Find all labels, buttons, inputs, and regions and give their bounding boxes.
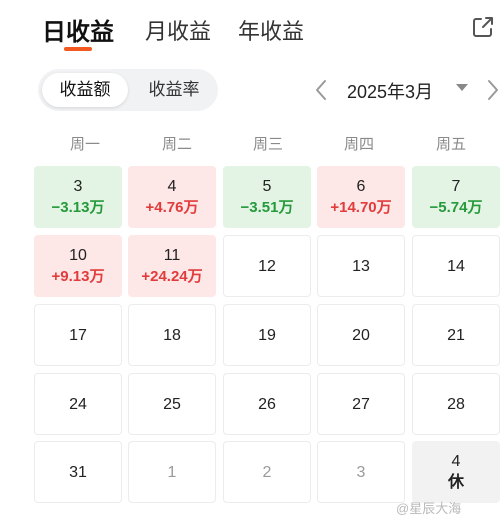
day-number: 11 xyxy=(163,247,181,264)
day-number: 6 xyxy=(356,178,366,195)
calendar-day-cell[interactable]: 24 xyxy=(34,373,122,435)
chevron-right-icon[interactable] xyxy=(484,78,500,102)
active-tab-indicator xyxy=(64,47,92,51)
calendar-day-cell[interactable]: 6 +14.70万 xyxy=(317,166,405,228)
tab-daily[interactable]: 日收益 xyxy=(42,12,114,47)
daily-profit-amount: +4.76万 xyxy=(145,199,199,216)
day-number: 14 xyxy=(447,258,465,275)
day-number: 21 xyxy=(447,327,465,344)
calendar-day-cell[interactable]: 21 xyxy=(412,304,500,366)
day-number: 12 xyxy=(258,258,276,275)
calendar-day-cell[interactable]: 3 xyxy=(317,441,405,503)
day-number: 20 xyxy=(352,327,370,344)
day-number: 26 xyxy=(258,396,276,413)
period-tabs: 日收益 月收益 年收益 xyxy=(0,0,500,56)
chevron-left-icon[interactable] xyxy=(312,78,330,102)
weekday-label: 周一 xyxy=(69,136,100,153)
day-number: 3 xyxy=(73,178,83,195)
weekday-label: 周三 xyxy=(252,136,283,153)
daily-profit-amount: −3.51万 xyxy=(240,199,294,216)
calendar-day-cell[interactable]: 11 +24.24万 xyxy=(128,235,216,297)
day-number: 27 xyxy=(352,396,370,413)
daily-profit-amount: +24.24万 xyxy=(141,268,203,285)
calendar-day-cell[interactable]: 2 xyxy=(223,441,311,503)
tab-yearly[interactable]: 年收益 xyxy=(238,14,304,46)
day-number: 24 xyxy=(69,396,87,413)
holiday-label: 休 xyxy=(447,474,464,491)
day-number: 13 xyxy=(352,258,370,275)
tab-monthly[interactable]: 月收益 xyxy=(145,14,211,46)
weekday-label: 周五 xyxy=(435,136,466,153)
day-number: 5 xyxy=(262,178,272,195)
calendar-day-cell[interactable]: 19 xyxy=(223,304,311,366)
day-number: 18 xyxy=(163,327,181,344)
day-number: 17 xyxy=(69,327,87,344)
day-number: 28 xyxy=(447,396,465,413)
day-number: 4 xyxy=(451,453,461,470)
day-number: 1 xyxy=(167,464,177,481)
calendar-day-cell[interactable]: 3 −3.13万 xyxy=(34,166,122,228)
calendar-day-cell[interactable]: 7 −5.74万 xyxy=(412,166,500,228)
calendar-day-cell[interactable]: 12 xyxy=(223,235,311,297)
calendar-day-cell[interactable]: 5 −3.51万 xyxy=(223,166,311,228)
calendar-day-cell[interactable]: 31 xyxy=(34,441,122,503)
calendar-day-cell[interactable]: 1 xyxy=(128,441,216,503)
calendar-day-cell[interactable]: 10 +9.13万 xyxy=(34,235,122,297)
calendar-day-cell[interactable]: 14 xyxy=(412,235,500,297)
calendar-day-cell[interactable]: 28 xyxy=(412,373,500,435)
day-number: 3 xyxy=(356,464,366,481)
day-number: 2 xyxy=(262,464,272,481)
caret-down-icon[interactable] xyxy=(456,84,468,91)
weekday-label: 周二 xyxy=(161,136,192,153)
daily-profit-amount: −5.74万 xyxy=(429,199,483,216)
daily-profit-amount: +14.70万 xyxy=(330,199,392,216)
day-number: 10 xyxy=(69,247,87,264)
day-number: 31 xyxy=(69,464,87,481)
share-icon[interactable] xyxy=(470,14,496,40)
calendar-day-cell[interactable]: 4休 xyxy=(412,441,500,503)
day-number: 19 xyxy=(258,327,276,344)
calendar-day-cell[interactable]: 17 xyxy=(34,304,122,366)
day-number: 7 xyxy=(451,178,461,195)
weekday-label: 周四 xyxy=(343,136,374,153)
calendar-day-cell[interactable]: 26 xyxy=(223,373,311,435)
day-number: 4 xyxy=(167,178,177,195)
day-number: 25 xyxy=(163,396,181,413)
daily-profit-amount: +9.13万 xyxy=(51,268,105,285)
calendar-day-cell[interactable]: 18 xyxy=(128,304,216,366)
calendar-day-cell[interactable]: 27 xyxy=(317,373,405,435)
calendar-day-cell[interactable]: 25 xyxy=(128,373,216,435)
metric-toggle: 收益额 收益率 xyxy=(38,69,218,111)
calendar-day-cell[interactable]: 13 xyxy=(317,235,405,297)
month-selector[interactable]: 2025年3月 xyxy=(347,78,433,104)
daily-profit-amount: −3.13万 xyxy=(51,199,105,216)
watermark: @星辰大海 xyxy=(396,501,462,516)
segment-amount[interactable]: 收益额 xyxy=(42,73,128,107)
calendar-day-cell[interactable]: 4 +4.76万 xyxy=(128,166,216,228)
calendar-day-cell[interactable]: 20 xyxy=(317,304,405,366)
segment-rate[interactable]: 收益率 xyxy=(134,73,214,107)
